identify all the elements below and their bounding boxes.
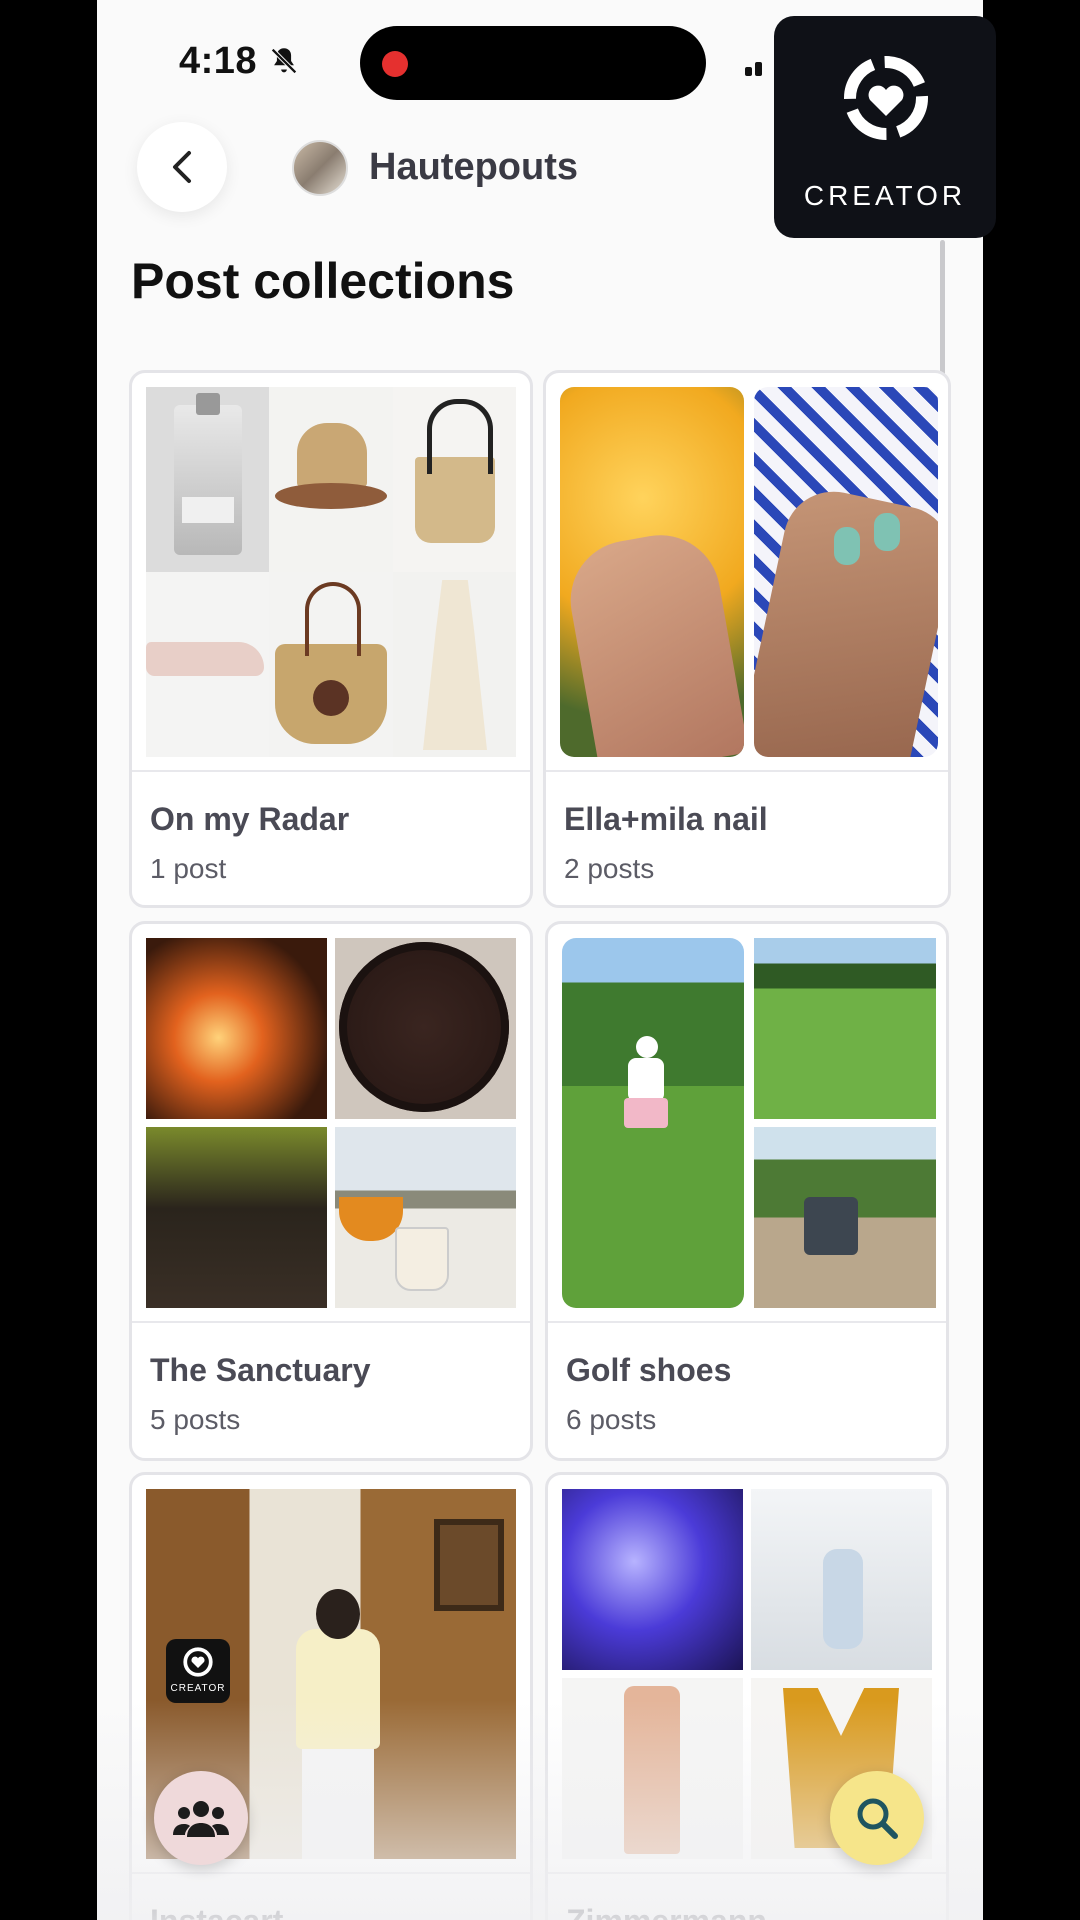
bell-slash-icon xyxy=(271,48,297,74)
perfume-image xyxy=(146,387,269,572)
collection-count: 2 posts xyxy=(564,853,655,884)
creator-logo-icon xyxy=(844,56,928,140)
creator-label: CREATOR xyxy=(803,180,967,211)
search-button[interactable] xyxy=(830,1771,924,1865)
ballet-flats-image xyxy=(146,572,269,757)
collection-count: 1 post xyxy=(150,853,227,884)
collection-title: Ella+mila nail xyxy=(564,801,768,837)
dynamic-island xyxy=(360,26,706,100)
signal-icon xyxy=(745,58,765,76)
collection-thumbnails xyxy=(562,938,936,1308)
collection-count: 5 posts xyxy=(150,1404,241,1435)
tote-bag-image xyxy=(393,387,516,572)
patio-table-image xyxy=(335,1127,516,1308)
golfer-image xyxy=(562,938,744,1308)
phone-screen: 4:18 Hautepouts Post collections On my R… xyxy=(97,0,983,1920)
creator-badge: CREATOR xyxy=(774,16,996,238)
collection-thumbnails xyxy=(146,938,516,1308)
users-icon xyxy=(173,1801,229,1837)
golf-course-image xyxy=(754,938,936,1119)
collection-title: On my Radar xyxy=(150,801,350,837)
profile-name[interactable]: Hautepouts xyxy=(369,146,578,189)
collection-count: 6 posts xyxy=(566,1404,657,1435)
community-button[interactable] xyxy=(154,1771,248,1865)
creator-watermark: CREATOR xyxy=(166,1639,230,1703)
recording-indicator xyxy=(382,51,408,77)
nail-photo-blue-pattern xyxy=(754,387,938,757)
swimsuit-model-image xyxy=(751,1489,932,1670)
collection-card[interactable]: Ella+mila nail 2 posts xyxy=(543,370,951,908)
golf-cart-image xyxy=(754,1127,936,1308)
collection-thumbnails xyxy=(560,387,938,757)
nail-photo-yellow-rose xyxy=(560,387,744,757)
collection-card[interactable]: On my Radar 1 post xyxy=(129,370,533,908)
avatar[interactable] xyxy=(292,140,348,196)
dessert-pan-image xyxy=(335,938,516,1119)
collection-thumbnails xyxy=(146,387,516,757)
back-button[interactable] xyxy=(137,122,227,212)
collection-title: Instacart xyxy=(150,1903,283,1920)
lemon-door-image xyxy=(146,1127,327,1308)
collection-title: Zimmermann xyxy=(566,1903,767,1920)
party-image xyxy=(562,1489,743,1670)
page-title: Post collections xyxy=(131,253,515,309)
status-time: 4:18 xyxy=(179,40,258,82)
collection-card[interactable]: The Sanctuary 5 posts xyxy=(129,921,533,1461)
back-chevron-icon xyxy=(173,151,191,183)
fire-pit-image xyxy=(146,938,327,1119)
collection-title: Golf shoes xyxy=(566,1352,732,1388)
search-icon xyxy=(857,1798,898,1839)
dress-image xyxy=(393,572,516,757)
straw-hat-image xyxy=(269,387,393,572)
nude-swimsuit-image xyxy=(562,1678,743,1859)
creator-logo-icon xyxy=(183,1647,213,1677)
collection-card[interactable]: Golf shoes 6 posts xyxy=(545,921,949,1461)
collection-title: The Sanctuary xyxy=(150,1352,371,1388)
basket-bag-image xyxy=(269,572,393,757)
